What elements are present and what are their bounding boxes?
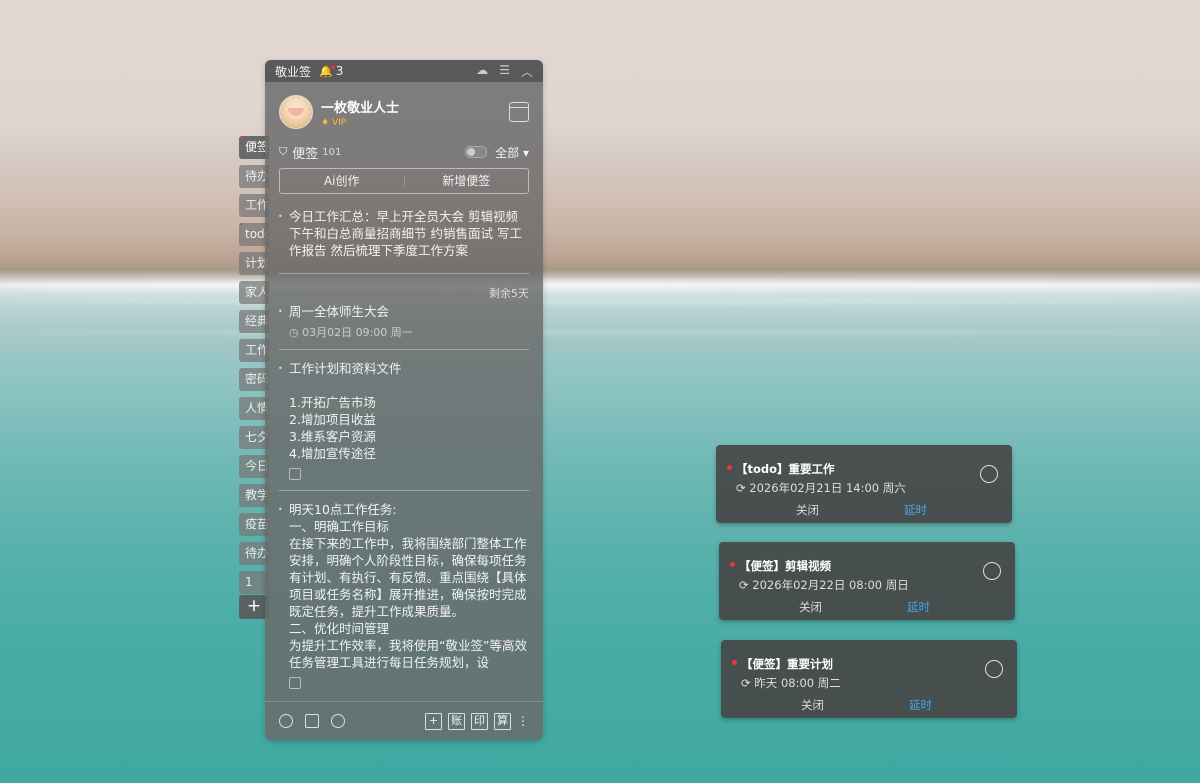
complete-circle-icon[interactable] — [985, 660, 1003, 678]
note-item[interactable]: 明天10点工作任务: 一、明确工作目标 在接下来的工作中，我将围绕部门整体工作安… — [265, 501, 543, 693]
reminder-card: 【便签】剪辑视频 ⟳ 2026年02月22日 08:00 周日 关闭 延时 — [719, 542, 1015, 620]
app-title: 敬业签 — [275, 64, 312, 79]
section-title: 便签 — [292, 146, 319, 162]
reminder-card: 【todo】重要工作 ⟳ 2026年02月21日 14:00 周六 关闭 延时 — [716, 445, 1012, 523]
reminder-time: ⟳ 2026年02月22日 08:00 周日 — [739, 578, 909, 592]
new-note-button[interactable]: 新增便签 — [405, 169, 529, 193]
bottom-toolbar: + 账 印 算 ⋮ — [265, 701, 543, 740]
menu-icon[interactable]: ☰ — [499, 63, 510, 80]
close-button[interactable]: 关闭 — [801, 697, 824, 713]
reminder-time: ⟳ 昨天 08:00 周二 — [741, 676, 841, 690]
repeat-icon: ⟳ — [739, 578, 749, 592]
clock-icon: ◷ — [289, 326, 299, 339]
vip-badge: ♦ VIP — [321, 117, 347, 128]
toggle-switch[interactable] — [465, 146, 488, 158]
user-header: 一枚敬业人士 ♦ VIP — [265, 82, 543, 132]
close-button[interactable]: 关闭 — [799, 599, 822, 615]
collapse-icon[interactable]: ︿ — [521, 63, 533, 80]
section-bar: ⛉ 便签 101 全部 ▾ — [265, 142, 543, 162]
attachment-icon[interactable] — [289, 677, 301, 689]
reminder-title: 【便签】重要计划 — [741, 657, 833, 671]
repeat-icon: ⟳ — [741, 676, 751, 690]
ledger-button[interactable]: 账 — [448, 712, 465, 730]
note-count: 101 — [322, 146, 342, 158]
delay-button[interactable]: 延时 — [907, 599, 930, 615]
note-item[interactable]: 周一全体师生大会 ◷ 03月02日 09:00 周一 — [265, 303, 543, 341]
complete-circle-icon[interactable] — [983, 562, 1001, 580]
delay-button[interactable]: 延时 — [909, 697, 932, 713]
avatar[interactable] — [279, 95, 313, 129]
complete-circle-icon[interactable] — [980, 465, 998, 483]
calculator-button[interactable]: 算 — [494, 712, 511, 730]
filter-dropdown[interactable]: 全部 ▾ — [495, 144, 529, 161]
reminder-title: 【todo】重要工作 — [736, 462, 835, 476]
checkbox-icon[interactable] — [305, 714, 319, 728]
clock-icon[interactable] — [279, 714, 293, 728]
bell-icon[interactable]: 🔔 — [319, 64, 335, 78]
note-panel: 敬业签 🔔 3 ☁ ☰ ︿ 一枚敬业人士 ♦ VIP ⛉ 便签 101 全部 ▾… — [265, 60, 543, 740]
cloud-icon[interactable]: ☁ — [476, 63, 488, 80]
bookmark-icon: ⛉ — [279, 145, 288, 158]
delay-button[interactable]: 延时 — [904, 502, 927, 518]
remain-badge: 剩余5天 — [489, 287, 529, 300]
title-bar[interactable]: 敬业签 🔔 3 ☁ ☰ ︿ — [265, 60, 543, 82]
add-button[interactable]: + — [425, 712, 442, 730]
user-name: 一枚敬业人士 — [321, 100, 400, 116]
print-button[interactable]: 印 — [471, 712, 488, 730]
attachment-icon[interactable] — [289, 468, 301, 480]
bell-count: 3 — [335, 64, 344, 78]
more-icon[interactable]: ⋮ — [517, 714, 529, 728]
calendar-icon[interactable] — [509, 102, 529, 122]
search-icon[interactable] — [331, 714, 345, 728]
note-item[interactable]: 工作计划和资料文件 1.开拓广告市场 2.增加项目收益 3.维系客户资源 4.增… — [265, 360, 543, 484]
note-item[interactable]: 今日工作汇总：早上开全员大会 剪辑视频 下午和白总商量招商细节 约销售面试 写工… — [265, 208, 543, 259]
repeat-icon: ⟳ — [736, 481, 746, 495]
ai-create-button[interactable]: Ai创作 — [280, 169, 404, 193]
action-buttons: Ai创作 新增便签 — [279, 168, 529, 194]
reminder-card: 【便签】重要计划 ⟳ 昨天 08:00 周二 关闭 延时 — [721, 640, 1017, 718]
reminder-time: ⟳ 2026年02月21日 14:00 周六 — [736, 481, 906, 495]
reminder-title: 【便签】剪辑视频 — [739, 559, 831, 573]
close-button[interactable]: 关闭 — [796, 502, 819, 518]
